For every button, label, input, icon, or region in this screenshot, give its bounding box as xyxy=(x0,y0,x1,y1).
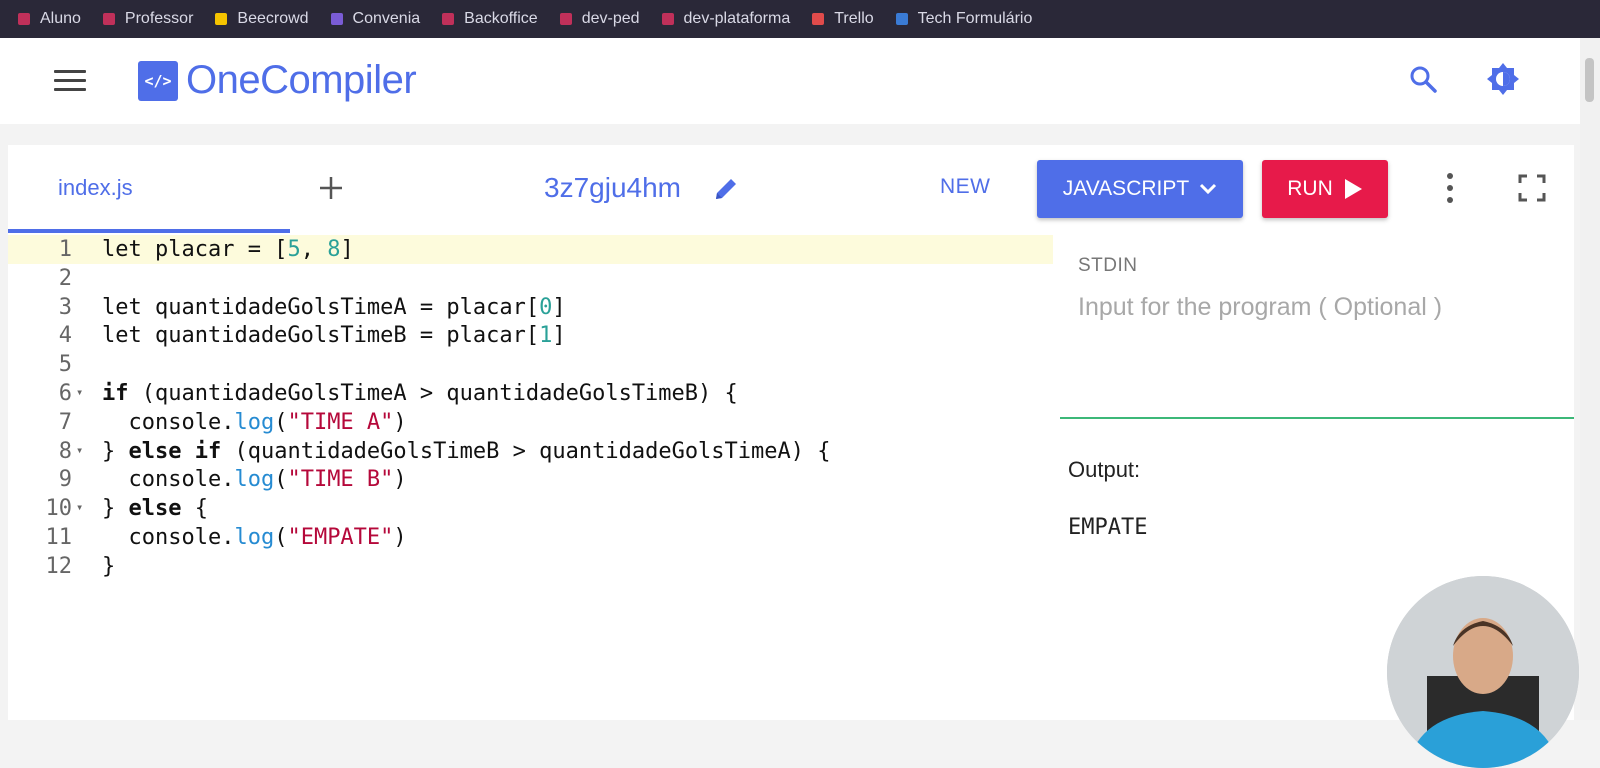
output-text: EMPATE xyxy=(1068,515,1148,540)
presenter-image xyxy=(1387,576,1579,768)
code-title[interactable]: 3z7gju4hm xyxy=(544,172,681,204)
play-icon xyxy=(1344,179,1362,199)
line-number: 9 xyxy=(58,467,72,493)
bookmark-label: dev-plataforma xyxy=(683,10,791,27)
line-number: 12 xyxy=(45,553,73,579)
code-line[interactable]: 10 ▾ } else { xyxy=(8,494,1053,523)
code-line[interactable]: 12} xyxy=(8,552,1053,581)
code-line[interactable]: 6 ▾ if (quantidadeGolsTimeA > quantidadeGo… xyxy=(8,379,1053,408)
bookmark-item[interactable]: Professor xyxy=(102,10,194,28)
bookmark-label: dev-ped xyxy=(581,10,640,27)
code-line[interactable]: 1 let placar = [5, 8] xyxy=(8,235,1053,264)
code-text: console.log("EMPATE") xyxy=(102,525,407,550)
code-editor[interactable]: 1 let placar = [5, 8] 2 3 let quantidadeGols… xyxy=(8,235,1053,720)
line-number: 6 xyxy=(58,381,72,406)
bookmark-item[interactable]: Backoffice xyxy=(442,10,538,28)
bookmark-favicon-icon xyxy=(812,13,825,25)
fold-arrow-icon[interactable]: ▾ xyxy=(76,436,83,465)
active-tab-indicator xyxy=(8,229,290,233)
line-number: 5 xyxy=(58,352,72,378)
bookmark-favicon-icon xyxy=(330,13,343,25)
scroll-thumb[interactable] xyxy=(1585,58,1594,102)
code-text: console.log("TIME B") xyxy=(102,467,407,493)
search-icon[interactable] xyxy=(1408,64,1438,94)
bookmark-favicon-icon xyxy=(895,13,908,25)
hamburger-menu-icon[interactable] xyxy=(54,70,86,94)
code-text: let quantidadeGolsTimeA = placar[0] xyxy=(102,294,566,320)
code-text: let quantidadeGolsTimeB = placar[1] xyxy=(102,323,566,349)
page-scrollbar[interactable] xyxy=(1580,38,1600,720)
line-number: 10 xyxy=(45,496,73,522)
run-label: RUN xyxy=(1287,177,1333,200)
fold-arrow-icon[interactable]: ▾ xyxy=(76,378,83,407)
bookmark-item[interactable]: Trello xyxy=(812,10,874,28)
add-file-icon[interactable] xyxy=(318,175,344,201)
code-text: } else { xyxy=(102,496,208,522)
bookmark-favicon-icon xyxy=(559,13,572,25)
code-brackets-icon: </> xyxy=(138,60,178,101)
code-line[interactable]: 2 xyxy=(8,264,1053,293)
bookmark-label: Professor xyxy=(124,10,194,27)
fullscreen-icon[interactable] xyxy=(1518,174,1546,202)
bookmark-item[interactable]: Aluno xyxy=(18,10,81,28)
code-text: console.log("TIME A") xyxy=(102,409,407,435)
language-label: JAVASCRIPT xyxy=(1062,177,1190,200)
language-dropdown[interactable]: JAVASCRIPT xyxy=(1037,160,1243,218)
line-number: 1 xyxy=(58,237,72,262)
edit-pencil-icon[interactable] xyxy=(712,175,740,203)
bookmark-item[interactable]: Tech Formulário xyxy=(895,10,1033,28)
bookmarks-bar: Aluno Professor Beecrowd Convenia Backoffice… xyxy=(0,0,1600,38)
webcam-overlay xyxy=(1387,576,1579,768)
stdin-input[interactable] xyxy=(1078,293,1558,413)
code-text: let placar = [5, 8] xyxy=(102,237,354,262)
bookmark-item[interactable]: dev-ped xyxy=(559,10,640,28)
code-line[interactable]: 8 ▾ } else if (quantidadeGolsTimeB > quant… xyxy=(8,437,1053,466)
logo[interactable]: </> OneCompiler xyxy=(138,58,417,103)
bookmark-label: Beecrowd xyxy=(237,10,309,27)
more-options-icon[interactable] xyxy=(1444,171,1456,205)
logo-text: OneCompiler xyxy=(186,58,417,102)
output-label: Output: xyxy=(1068,457,1141,482)
panel-divider xyxy=(1060,417,1574,419)
line-number: 4 xyxy=(58,323,72,349)
line-number: 3 xyxy=(58,294,72,320)
code-text: if (quantidadeGolsTimeA > quantidadeGols… xyxy=(102,381,738,406)
bookmark-item[interactable]: dev-plataforma xyxy=(661,10,791,28)
code-text: } xyxy=(102,553,116,579)
editor-card: index.js 3z7gju4hm NEW JAVASCRIPT RUN 1 … xyxy=(8,145,1574,720)
bookmark-favicon-icon xyxy=(442,13,455,25)
bookmark-label: Aluno xyxy=(40,10,81,27)
bookmark-favicon-icon xyxy=(102,13,115,25)
line-number: 11 xyxy=(45,525,73,550)
code-text: } else if (quantidadeGolsTimeB > quantid… xyxy=(102,438,831,464)
app-header: </> OneCompiler xyxy=(0,38,1580,124)
stdin-label: STDIN xyxy=(1078,255,1138,276)
editor-toolbar: index.js 3z7gju4hm NEW JAVASCRIPT RUN xyxy=(8,145,1574,233)
run-button[interactable]: RUN xyxy=(1262,160,1388,218)
fold-arrow-icon[interactable]: ▾ xyxy=(76,493,83,522)
code-line[interactable]: 11 console.log("EMPATE") xyxy=(8,523,1053,552)
code-line[interactable]: 4 let quantidadeGolsTimeB = placar[1] xyxy=(8,321,1053,350)
chevron-down-icon xyxy=(1200,183,1217,195)
bookmark-label: Backoffice xyxy=(464,10,538,27)
code-line[interactable]: 9 console.log("TIME B") xyxy=(8,465,1053,494)
bookmark-label: Convenia xyxy=(352,10,421,27)
bookmark-favicon-icon xyxy=(215,13,228,25)
bookmark-favicon-icon xyxy=(18,13,30,25)
code-line[interactable]: 7 console.log("TIME A") xyxy=(8,408,1053,437)
theme-toggle-icon[interactable] xyxy=(1486,62,1520,96)
line-number: 2 xyxy=(58,265,72,291)
code-line[interactable]: 5 xyxy=(8,350,1053,379)
tab-index-js[interactable]: index.js xyxy=(58,175,133,201)
bookmark-item[interactable]: Convenia xyxy=(330,10,421,28)
bookmark-label: Tech Formulário xyxy=(917,10,1033,27)
bookmark-label: Trello xyxy=(834,10,874,27)
bookmark-favicon-icon xyxy=(661,13,674,25)
code-line[interactable]: 3 let quantidadeGolsTimeA = placar[0] xyxy=(8,293,1053,322)
new-button[interactable]: NEW xyxy=(940,175,991,199)
bookmark-item[interactable]: Beecrowd xyxy=(215,10,309,28)
line-number: 7 xyxy=(58,409,72,435)
line-number: 8 xyxy=(58,438,72,464)
